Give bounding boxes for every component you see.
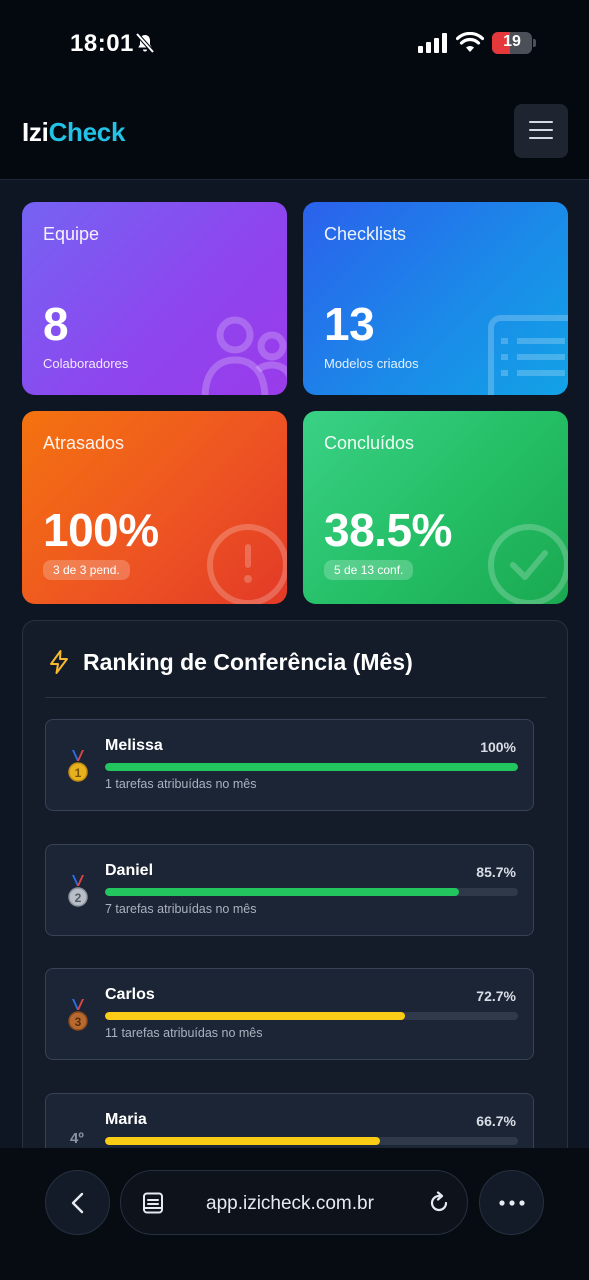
hamburger-menu-icon — [529, 121, 553, 123]
hamburger-line — [529, 129, 553, 131]
ranking-percent: 66.7% — [476, 1113, 516, 1129]
ranking-name: Daniel — [105, 862, 154, 879]
bell-off-icon — [135, 32, 155, 54]
svg-text:1: 1 — [75, 766, 82, 780]
battery-level: 19 — [503, 33, 521, 50]
url-text[interactable]: app.izicheck.com.br — [206, 1193, 374, 1215]
ranking-percent: 72.7% — [476, 988, 516, 1004]
stat-label: Atrasados — [43, 433, 125, 453]
stat-value: 13 — [324, 298, 375, 350]
ranking-progress-fill — [105, 1137, 381, 1145]
stat-pill: 3 de 3 pend. — [43, 560, 130, 580]
wifi-icon — [456, 32, 484, 52]
stat-label: Equipe — [43, 224, 100, 244]
more-dots-icon — [499, 1200, 525, 1206]
svg-text:2: 2 — [75, 891, 82, 905]
check-circle-icon — [488, 524, 568, 604]
stat-label: Concluídos — [324, 433, 415, 453]
ranking-progress-fill — [105, 763, 518, 771]
app-logo[interactable]: IziCheck — [22, 117, 125, 148]
list-icon — [488, 315, 568, 395]
back-button[interactable] — [45, 1170, 110, 1235]
ranking-title: Ranking de Conferência (Mês) — [83, 649, 413, 675]
users-icon — [201, 316, 287, 395]
bronze-medal-icon: 3 — [68, 999, 88, 1031]
lightning-icon — [50, 650, 68, 674]
page-icon[interactable] — [141, 1191, 165, 1215]
reload-icon[interactable] — [427, 1191, 451, 1215]
url-bar[interactable]: app.izicheck.com.br — [120, 1170, 468, 1235]
ranking-item[interactable]: 3 Carlos 72.7% 11 tarefas atribuídas no … — [45, 968, 534, 1060]
stat-value: 38.5% — [324, 504, 452, 556]
chevron-left-icon — [71, 1192, 84, 1214]
stat-card-concluidos[interactable]: Concluídos 38.5% 5 de 13 conf. — [303, 411, 568, 604]
ranking-name: Melissa — [105, 737, 163, 754]
ranking-progress-track — [105, 1012, 518, 1020]
ranking-percent: 85.7% — [476, 864, 516, 880]
stat-card-atrasados[interactable]: Atrasados 100% 3 de 3 pend. — [22, 411, 287, 604]
ranking-progress-track — [105, 763, 518, 771]
browser-toolbar: app.izicheck.com.br — [0, 1148, 589, 1280]
stat-label: Checklists — [324, 224, 407, 244]
gold-medal-icon: 1 — [68, 750, 88, 782]
ranking-subtitle: 7 tarefas atribuídas no mês — [105, 902, 257, 916]
ranking-item[interactable]: 1 Melissa 100% 1 tarefas atribuídas no m… — [45, 719, 534, 811]
status-time: 18:01 — [70, 30, 134, 57]
ranking-subtitle: 1 tarefas atribuídas no mês — [105, 777, 257, 791]
ranking-panel: Ranking de Conferência (Mês) 1 Melissa 1… — [22, 620, 568, 1180]
ranking-subtitle: 11 tarefas atribuídas no mês — [105, 1026, 263, 1040]
ranking-progress-track — [105, 888, 518, 896]
battery-icon: 19 — [492, 32, 536, 54]
ranking-position: 4º — [70, 1130, 84, 1147]
stat-pill: 5 de 13 conf. — [324, 560, 414, 580]
battery-cap — [533, 39, 536, 47]
more-button[interactable] — [479, 1170, 544, 1235]
alert-circle-icon — [207, 524, 287, 604]
ranking-progress-track — [105, 1137, 518, 1145]
stat-value: 8 — [43, 298, 69, 350]
hamburger-line — [529, 137, 553, 139]
ranking-divider — [45, 697, 546, 698]
ranking-name: Maria — [105, 1111, 147, 1128]
ranking-progress-fill — [105, 1012, 406, 1020]
silver-medal-icon: 2 — [68, 875, 88, 907]
stat-sub: Modelos criados — [324, 356, 419, 371]
ranking-name: Carlos — [105, 986, 155, 1003]
logo-part2: Check — [48, 117, 126, 147]
status-bar: 18:01 19 — [0, 0, 589, 90]
ranking-progress-fill — [105, 888, 459, 896]
menu-button[interactable] — [514, 104, 568, 158]
stat-sub: Colaboradores — [43, 356, 129, 371]
app-header: IziCheck — [0, 90, 589, 180]
logo-part1: Izi — [22, 117, 49, 147]
stat-card-checklists[interactable]: Checklists 13 Modelos criados — [303, 202, 568, 395]
stat-card-equipe[interactable]: Equipe 8 Colaboradores — [22, 202, 287, 395]
ranking-item[interactable]: 2 Daniel 85.7% 7 tarefas atribuídas no m… — [45, 844, 534, 936]
svg-text:3: 3 — [75, 1015, 82, 1029]
stat-value: 100% — [43, 504, 159, 556]
signal-icon — [418, 33, 447, 53]
ranking-percent: 100% — [480, 739, 516, 755]
